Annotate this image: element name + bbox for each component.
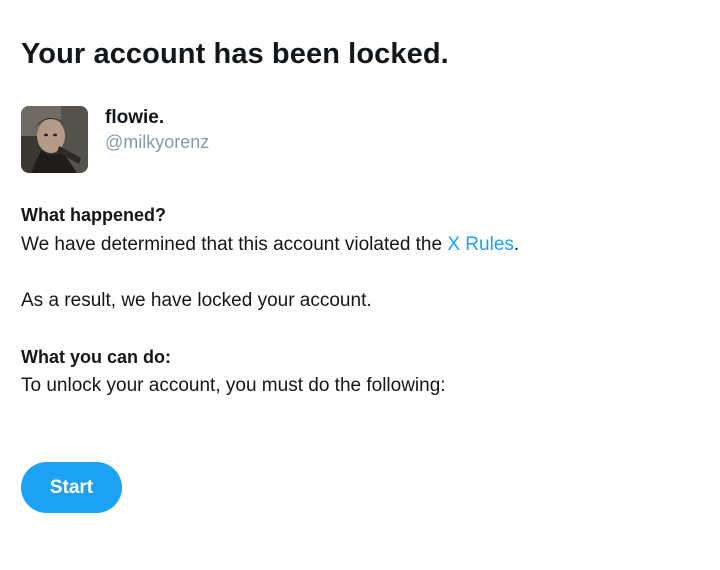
x-rules-link[interactable]: X Rules (447, 234, 514, 255)
user-info: flowie. @milkyorenz (105, 107, 209, 154)
violation-text-before: We have determined that this account vio… (21, 234, 448, 255)
violation-text: We have determined that this account vio… (21, 234, 519, 256)
user-handle: @milkyorenz (105, 132, 210, 152)
result-text: As a result, we have locked your account… (21, 290, 372, 311)
account-locked-page: Your account has been locked. flowie. @m… (0, 0, 720, 570)
avatar-image (21, 106, 88, 173)
user-display-name: flowie. (105, 107, 165, 128)
start-button[interactable]: Start (21, 462, 122, 513)
page-title: Your account has been locked. (21, 38, 449, 70)
what-happened-heading: What happened? (21, 205, 166, 225)
what-you-can-do-heading: What you can do: (21, 347, 171, 367)
unlock-instructions: To unlock your account, you must do the … (21, 375, 446, 396)
user-profile: flowie. @milkyorenz (21, 106, 209, 173)
violation-text-after: . (513, 234, 520, 255)
avatar (21, 106, 88, 173)
